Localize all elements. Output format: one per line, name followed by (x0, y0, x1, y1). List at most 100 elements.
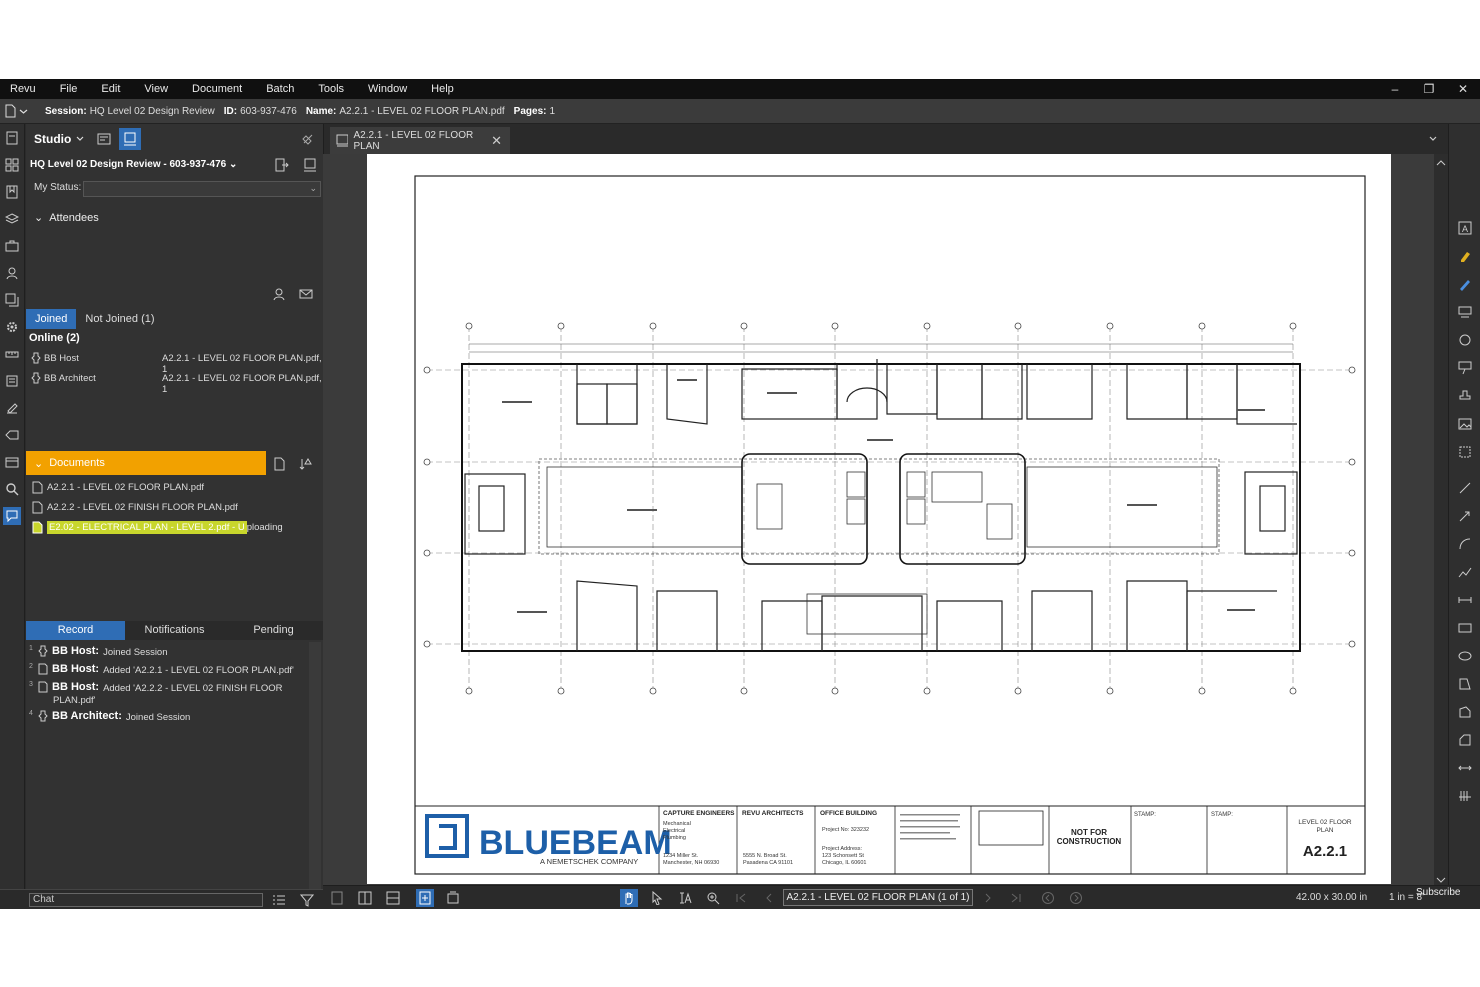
tab-pending[interactable]: Pending (224, 621, 323, 640)
line-icon[interactable] (1456, 479, 1474, 497)
menu-revu[interactable]: Revu (0, 83, 48, 95)
properties-icon[interactable] (3, 264, 21, 282)
polygon-icon[interactable] (1456, 675, 1474, 693)
split-horizontal-icon[interactable] (384, 889, 402, 907)
measurements-icon[interactable] (3, 345, 21, 363)
close-tab-icon[interactable]: ✕ (491, 133, 502, 149)
attendees-header[interactable]: ⌄ Attendees (34, 211, 99, 224)
thumbnails-icon[interactable] (3, 129, 21, 147)
previous-page-icon[interactable] (760, 889, 778, 907)
record-entry[interactable]: 3 BB Host: Added 'A2.2.2 - LEVEL 02 FINI… (29, 681, 282, 694)
document-item[interactable]: A2.2.1 - LEVEL 02 FLOOR PLAN.pdf (32, 481, 204, 494)
studio-icon[interactable] (3, 507, 21, 525)
tag-icon[interactable] (3, 426, 21, 444)
tab-floor-plan[interactable]: A2.2.1 - LEVEL 02 FLOOR PLAN ✕ (330, 127, 510, 154)
record-entry[interactable]: 4 BB Architect: Joined Session (29, 710, 190, 723)
document-item-uploading[interactable]: E2.02 - ELECTRICAL PLAN - LEVEL 2.pdf - … (32, 521, 283, 534)
measure-length-icon[interactable] (1456, 759, 1474, 777)
count-icon[interactable] (1456, 787, 1474, 805)
select-arrow-icon[interactable] (648, 889, 666, 907)
markups-list-icon[interactable] (3, 372, 21, 390)
last-page-icon[interactable] (1007, 889, 1025, 907)
search-icon[interactable] (3, 480, 21, 498)
tab-record[interactable]: Record (26, 621, 125, 640)
documents-header[interactable]: ⌄ Documents (26, 451, 266, 475)
grid-icon[interactable] (3, 156, 21, 174)
add-document-icon[interactable] (272, 457, 286, 471)
disconnect-button[interactable] (297, 128, 319, 150)
arc-icon[interactable] (1456, 535, 1474, 553)
scroll-up-icon[interactable] (1434, 158, 1448, 168)
menu-document[interactable]: Document (180, 83, 254, 95)
polyline-icon[interactable] (1456, 563, 1474, 581)
zoom-icon[interactable] (704, 889, 722, 907)
attendee-row[interactable]: BB Architect A2.2.1 - LEVEL 02 FLOOR PLA… (32, 373, 322, 395)
snapshot-icon[interactable] (1456, 443, 1474, 461)
session-settings-icon[interactable] (303, 158, 317, 172)
record-entry[interactable]: 1 BB Host: Joined Session (29, 645, 168, 658)
menu-window[interactable]: Window (356, 83, 419, 95)
cloud-icon[interactable] (1456, 331, 1474, 349)
tab-notifications[interactable]: Notifications (125, 621, 224, 640)
my-status-select[interactable]: ⌄ (83, 181, 321, 197)
text-box-icon[interactable]: A (1456, 219, 1474, 237)
tab-joined[interactable]: Joined (26, 309, 77, 329)
sets-icon[interactable] (3, 291, 21, 309)
pan-hand-icon[interactable] (620, 889, 638, 907)
menu-edit[interactable]: Edit (89, 83, 132, 95)
session-name[interactable]: HQ Level 02 Design Review - 603-937-476 … (30, 159, 237, 170)
viewer-scrollbar[interactable] (1434, 154, 1448, 889)
forward-view-icon[interactable] (1067, 889, 1085, 907)
ellipse-icon[interactable] (1456, 647, 1474, 665)
scroll-down-icon[interactable] (1434, 875, 1448, 885)
document-menu-button[interactable] (3, 101, 41, 121)
dimension-icon[interactable] (1456, 591, 1474, 609)
document-item[interactable]: A2.2.2 - LEVEL 02 FINISH FLOOR PLAN.pdf (32, 501, 238, 514)
restore-button[interactable]: ❐ (1412, 79, 1446, 99)
stamp-tool-icon[interactable] (1456, 303, 1474, 321)
menu-file[interactable]: File (48, 83, 90, 95)
attendee-row[interactable]: BB Host A2.2.1 - LEVEL 02 FLOOR PLAN.pdf… (32, 353, 322, 375)
bookmarks-icon[interactable] (3, 183, 21, 201)
callout-icon[interactable] (1456, 359, 1474, 377)
first-page-icon[interactable] (732, 889, 750, 907)
stamp-icon[interactable] (1456, 387, 1474, 405)
record-scrollbar[interactable] (309, 642, 321, 909)
minimize-button[interactable]: – (1378, 79, 1412, 99)
toolchest-icon[interactable] (3, 237, 21, 255)
projects-tab-button[interactable] (93, 128, 115, 150)
measure-area-icon[interactable] (1456, 703, 1474, 721)
back-view-icon[interactable] (1039, 889, 1057, 907)
select-text-icon[interactable] (676, 889, 694, 907)
menu-view[interactable]: View (132, 83, 180, 95)
file-access-icon[interactable] (3, 453, 21, 471)
signatures-icon[interactable] (3, 399, 21, 417)
continuous-icon[interactable] (416, 889, 434, 907)
measure-perimeter-icon[interactable] (1456, 731, 1474, 749)
rectangle-icon[interactable] (1456, 619, 1474, 637)
page-selector[interactable]: A2.2.1 - LEVEL 02 FLOOR PLAN (1 of 1) (783, 889, 973, 906)
highlighter-icon[interactable] (1456, 247, 1474, 265)
single-page-icon[interactable] (328, 889, 346, 907)
settings-gear-icon[interactable] (3, 318, 21, 336)
menu-batch[interactable]: Batch (254, 83, 306, 95)
chat-input[interactable]: Chat (29, 893, 263, 907)
split-vertical-icon[interactable] (356, 889, 374, 907)
sync-icon[interactable] (444, 889, 462, 907)
menu-tools[interactable]: Tools (306, 83, 356, 95)
next-page-icon[interactable] (979, 889, 997, 907)
filter-icon[interactable] (300, 893, 314, 907)
pen-icon[interactable] (1456, 275, 1474, 293)
invite-icon[interactable] (273, 287, 287, 301)
sessions-tab-button[interactable] (119, 128, 142, 150)
chevron-down-icon[interactable] (75, 134, 85, 144)
layers-icon[interactable] (3, 210, 21, 228)
sort-icon[interactable] (298, 457, 312, 471)
document-viewer[interactable]: BLUEBEAM A NEMETSCHEK COMPANY CAPTURE EN… (323, 154, 1434, 889)
close-window-button[interactable]: ✕ (1446, 79, 1480, 99)
tab-not-joined[interactable]: Not Joined (1) (76, 309, 163, 329)
chevron-down-icon[interactable] (1428, 134, 1438, 144)
mail-icon[interactable] (299, 287, 313, 301)
arrow-icon[interactable] (1456, 507, 1474, 525)
drawing-sheet[interactable]: BLUEBEAM A NEMETSCHEK COMPANY CAPTURE EN… (367, 154, 1391, 884)
